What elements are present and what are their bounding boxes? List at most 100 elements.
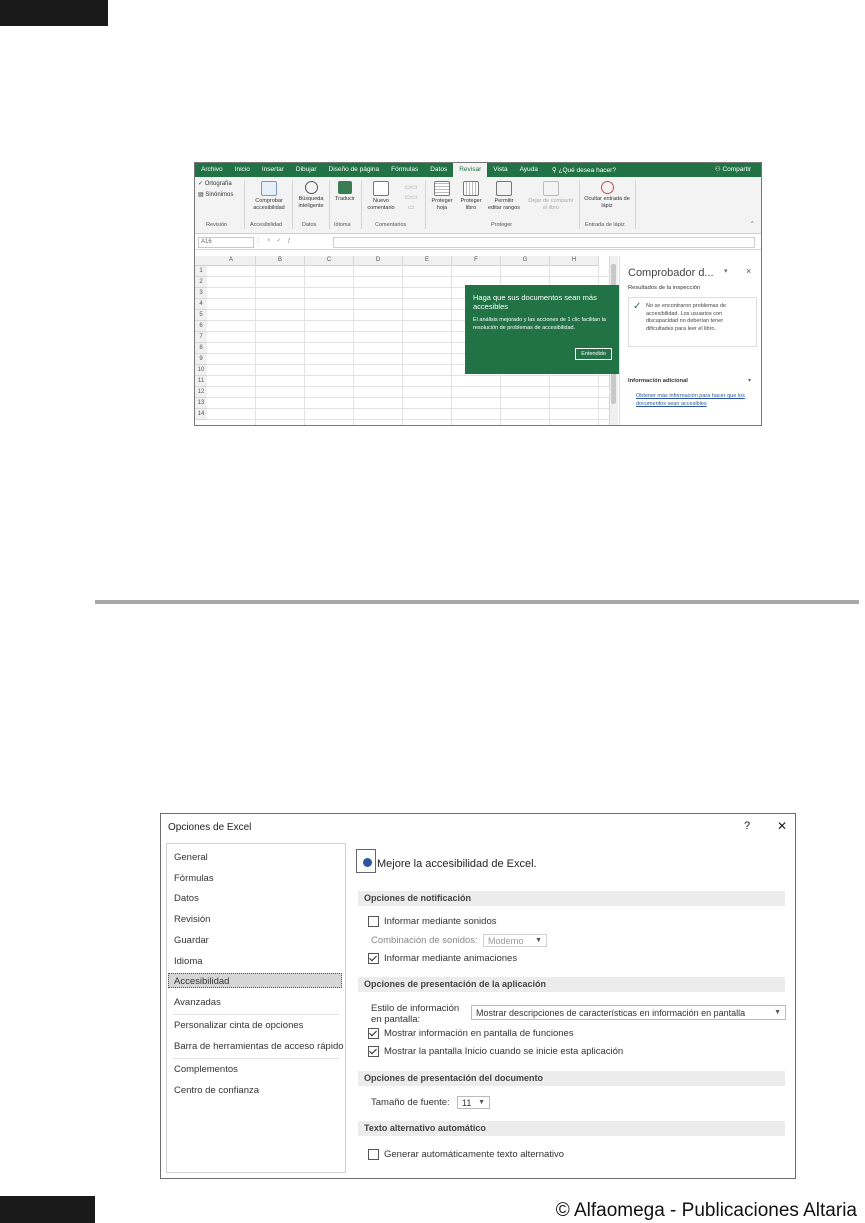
row-header-14[interactable]: 14 (195, 409, 207, 420)
animaciones-label: Informar mediante animaciones (384, 953, 518, 964)
grid-column-line (304, 265, 305, 425)
nav-general[interactable]: General (174, 852, 208, 863)
estilo-label-line2: en pantalla: (371, 1014, 421, 1025)
tab-archivo[interactable]: Archivo (195, 163, 229, 177)
collapse-ribbon-icon[interactable]: ^ (751, 221, 754, 228)
tamano-select[interactable]: 11 ▼ (457, 1096, 490, 1109)
protect-sheet-label: Proteger hoja (431, 198, 453, 211)
row-header-4[interactable]: 4 (195, 299, 207, 310)
nav-accesibilidad[interactable]: Accesibilidad (174, 976, 229, 987)
nav-centro-confianza[interactable]: Centro de confianza (174, 1085, 259, 1096)
column-header-h[interactable]: H (550, 256, 599, 266)
row-header-10[interactable]: 10 (195, 365, 207, 376)
smart-lookup-button[interactable]: Búsqueda inteligente (294, 181, 328, 210)
tab-formulas[interactable]: Fórmulas (385, 163, 424, 177)
allow-edit-ranges-button[interactable]: Permitir editar rangos (487, 181, 521, 212)
name-box[interactable]: A16 (198, 237, 254, 248)
row-header-9[interactable]: 9 (195, 354, 207, 365)
protect-workbook-icon (463, 181, 479, 196)
row-header-3[interactable]: 3 (195, 288, 207, 299)
help-icon[interactable]: ? (744, 820, 750, 832)
spelling-button[interactable]: ✓ Ortografía (198, 181, 232, 188)
translate-button[interactable]: Traducir (331, 181, 359, 203)
tab-revisar[interactable]: Revisar (453, 163, 488, 177)
learn-more-link[interactable]: Obtener más información para hacer que l… (636, 393, 754, 408)
option-sonidos[interactable]: Informar mediante sonidos (368, 916, 496, 927)
option-generar[interactable]: Generar automáticamente texto alternativ… (368, 1149, 564, 1160)
row-header-8[interactable]: 8 (195, 343, 207, 354)
nav-customize-ribbon[interactable]: Personalizar cinta de opciones (174, 1020, 303, 1031)
nav-datos[interactable]: Datos (174, 893, 199, 904)
nav-guardar[interactable]: Guardar (174, 935, 209, 946)
animaciones-checkbox[interactable] (368, 953, 379, 964)
chevron-down-icon: ▼ (774, 1009, 781, 1016)
comment-tools[interactable]: ▭▭ ▭▭ ▭ (401, 183, 421, 213)
unshare-workbook-button[interactable]: Dejar de compartir el libro (527, 181, 575, 212)
inicio-checkbox[interactable] (368, 1046, 379, 1057)
tab-insertar[interactable]: Insertar (256, 163, 290, 177)
tab-datos[interactable]: Datos (424, 163, 453, 177)
column-header-g[interactable]: G (501, 256, 550, 266)
thesaurus-button[interactable]: ▤ Sinónimos (198, 192, 233, 199)
tab-vista[interactable]: Vista (487, 163, 513, 177)
pane-options-icon[interactable]: ▾ (724, 267, 728, 275)
option-funciones[interactable]: Mostrar información en pantalla de funci… (368, 1028, 574, 1039)
formula-buttons[interactable]: ⋮×✓ƒ (255, 237, 297, 244)
column-header-c[interactable]: C (305, 256, 354, 266)
column-header-b[interactable]: B (256, 256, 305, 266)
dialog-title: Opciones de Excel (168, 822, 252, 833)
nav-avanzadas[interactable]: Avanzadas (174, 997, 221, 1008)
row-header-2[interactable]: 2 (195, 277, 207, 288)
excel-options-dialog: Opciones de Excel ? ✕ General Fórmulas D… (160, 813, 796, 1179)
column-header-f[interactable]: F (452, 256, 501, 266)
tooltip-ok-button[interactable]: Entendido (575, 348, 612, 360)
nav-revision[interactable]: Revisión (174, 914, 210, 925)
tab-inicio[interactable]: Inicio (229, 163, 256, 177)
combinacion-select[interactable]: Moderno ▼ (483, 934, 547, 947)
close-icon[interactable]: ✕ (777, 819, 787, 833)
row-header-13[interactable]: 13 (195, 398, 207, 409)
funciones-checkbox[interactable] (368, 1028, 379, 1039)
new-comment-button[interactable]: Nuevo comentario (363, 181, 399, 212)
option-inicio[interactable]: Mostrar la pantalla Inicio cuando se ini… (368, 1046, 623, 1057)
check-accessibility-button[interactable]: Comprobar accesibilidad (248, 181, 290, 212)
column-header-d[interactable]: D (354, 256, 403, 266)
protect-workbook-button[interactable]: Proteger libro (457, 181, 485, 212)
formula-input[interactable] (333, 237, 755, 248)
tab-ayuda[interactable]: Ayuda (514, 163, 544, 177)
hide-ink-button[interactable]: Ocultar entrada de lápiz (581, 181, 633, 210)
row-header-6[interactable]: 6 (195, 321, 207, 332)
nav-complementos[interactable]: Complementos (174, 1064, 238, 1075)
generar-checkbox[interactable] (368, 1149, 379, 1160)
grid-row-line (207, 397, 610, 398)
sonidos-checkbox[interactable] (368, 916, 379, 927)
row-header-5[interactable]: 5 (195, 310, 207, 321)
row-header-7[interactable]: 7 (195, 332, 207, 343)
combinacion-value: Moderno (488, 936, 524, 946)
allow-edit-icon (496, 181, 512, 196)
tell-me-search[interactable]: ⚲ ¿Qué desea hacer? (552, 166, 616, 174)
estilo-select[interactable]: Mostrar descripciones de características… (471, 1005, 786, 1020)
column-header-a[interactable]: A (207, 256, 256, 266)
row-header-1[interactable]: 1 (195, 266, 207, 277)
translate-label: Traducir (335, 196, 355, 202)
nav-formulas[interactable]: Fórmulas (174, 873, 214, 884)
row-header-12[interactable]: 12 (195, 387, 207, 398)
ribbon-separator (292, 181, 293, 229)
row-header-11[interactable]: 11 (195, 376, 207, 387)
protect-sheet-button[interactable]: Proteger hoja (428, 181, 456, 212)
share-button[interactable]: ⚇ Compartir (715, 163, 751, 177)
nav-idioma[interactable]: Idioma (174, 956, 203, 967)
option-animaciones[interactable]: Informar mediante animaciones (368, 953, 517, 964)
accessibility-checker-pane: Comprobador d... ▾ × Resultados de la in… (619, 256, 761, 425)
additional-info-heading[interactable]: Información adicional (628, 378, 688, 384)
ribbon-separator (425, 181, 426, 229)
nav-quick-access-toolbar[interactable]: Barra de herramientas de acceso rápido (174, 1041, 344, 1052)
chevron-down-icon[interactable]: ▾ (748, 378, 751, 384)
column-header-e[interactable]: E (403, 256, 452, 266)
group-datos: Datos (302, 222, 317, 228)
tab-dibujar[interactable]: Dibujar (290, 163, 323, 177)
tab-diseno[interactable]: Diseño de página (323, 163, 386, 177)
pane-close-icon[interactable]: × (746, 266, 751, 276)
spelling-label: Ortografía (204, 181, 232, 187)
